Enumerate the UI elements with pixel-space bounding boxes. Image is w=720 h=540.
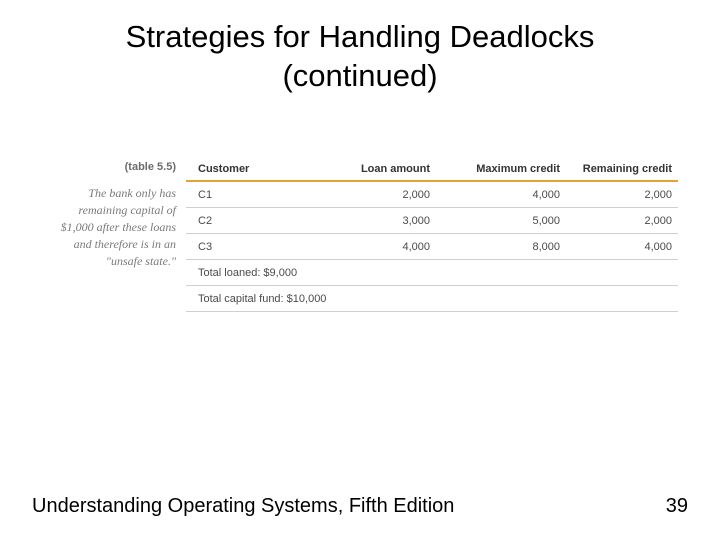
footer-text: Understanding Operating Systems, Fifth E… [32,495,454,518]
table-label: (table 5.5) [46,160,176,175]
cell-remain: 4,000 [566,241,678,253]
cell-customer: C1 [186,189,306,201]
slide-title: Strategies for Handling Deadlocks (conti… [0,18,720,96]
cell-loan: 3,000 [306,215,436,227]
cell-customer: C3 [186,241,306,253]
table-caption: (table 5.5) The bank only has remaining … [46,158,186,269]
title-line-2: (continued) [282,58,437,93]
col-customer: Customer [186,163,306,175]
cell-loan: 2,000 [306,189,436,201]
cell-max: 5,000 [436,215,566,227]
figure: (table 5.5) The bank only has remaining … [46,158,678,312]
slide: Strategies for Handling Deadlocks (conti… [0,0,720,540]
caption-text: The bank only has remaining capital of $… [61,186,176,267]
total-fund: Total capital fund: $10,000 [186,293,332,305]
cell-remain: 2,000 [566,189,678,201]
cell-remain: 2,000 [566,215,678,227]
table-row: C2 3,000 5,000 2,000 [186,208,678,234]
col-remain: Remaining credit [566,163,678,175]
table-row: C1 2,000 4,000 2,000 [186,182,678,208]
total-loaned-row: Total loaned: $9,000 [186,260,678,286]
cell-customer: C2 [186,215,306,227]
page-number: 39 [666,495,688,518]
col-loan: Loan amount [306,163,436,175]
cell-max: 8,000 [436,241,566,253]
bank-table: Customer Loan amount Maximum credit Rema… [186,158,678,312]
total-fund-row: Total capital fund: $10,000 [186,286,678,312]
table-row: C3 4,000 8,000 4,000 [186,234,678,260]
col-max: Maximum credit [436,163,566,175]
cell-loan: 4,000 [306,241,436,253]
cell-max: 4,000 [436,189,566,201]
table-header-row: Customer Loan amount Maximum credit Rema… [186,158,678,182]
total-loaned: Total loaned: $9,000 [186,267,303,279]
title-line-1: Strategies for Handling Deadlocks [126,19,595,54]
